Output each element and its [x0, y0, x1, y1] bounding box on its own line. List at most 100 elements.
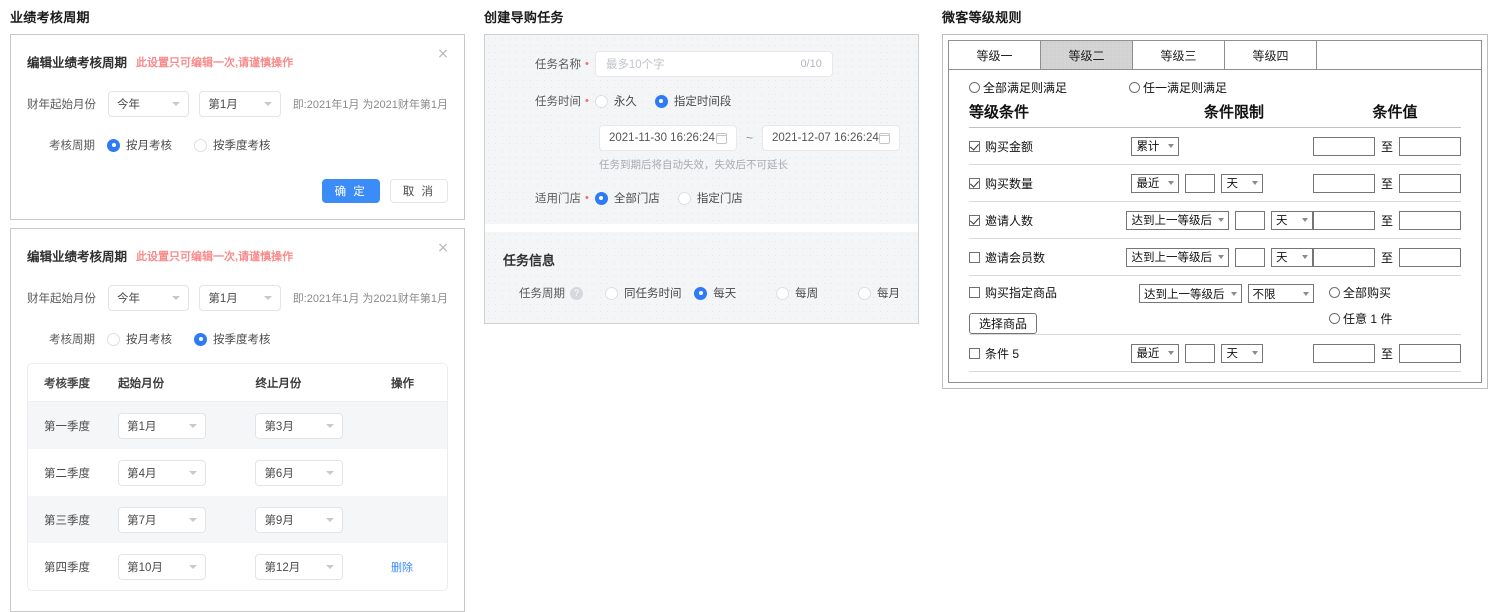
condition-name-cell[interactable]: 购买数量 [969, 175, 1131, 192]
chevron-down-icon [1168, 181, 1175, 185]
chevron-down-icon [326, 423, 335, 428]
help-icon[interactable]: ? [570, 286, 583, 300]
checkbox-icon[interactable] [969, 287, 980, 298]
radio-forever[interactable]: 永久 [594, 93, 637, 109]
days-unit-select[interactable]: 天 [1221, 343, 1264, 363]
range-from-input[interactable] [1312, 247, 1375, 267]
radio-quarter-cycle[interactable]: 按季度考核 [194, 331, 271, 347]
radio-period-daily[interactable]: 每天 [694, 285, 776, 301]
range-to-input[interactable] [1399, 173, 1461, 193]
range-from-input[interactable] [1312, 343, 1375, 363]
task-name-input[interactable]: 最多10个字 0/10 [594, 51, 833, 77]
days-value-input[interactable] [1185, 343, 1216, 363]
radio-forever-label: 永久 [613, 96, 637, 108]
radio-month-cycle[interactable]: 按月考核 [107, 331, 172, 347]
end-month-value: 第3月 [264, 420, 294, 433]
days-unit-select[interactable]: 天 [1221, 173, 1264, 193]
checkbox-icon[interactable] [969, 214, 980, 226]
start-month-select[interactable]: 第10月 [118, 553, 207, 580]
condition-name-cell[interactable]: 邀请人数 [969, 212, 1126, 229]
tab-level-1[interactable]: 等级一 [949, 41, 1041, 69]
range-to-input[interactable] [1399, 136, 1461, 156]
checkbox-icon[interactable] [969, 251, 980, 263]
radio-all-stores[interactable]: 全部门店 [594, 190, 660, 206]
end-month-select[interactable]: 第12月 [255, 553, 344, 580]
delete-link[interactable]: 删除 [391, 562, 413, 574]
fiscal-year-select[interactable]: 今年 [108, 91, 190, 117]
tab-level-2[interactable]: 等级二 [1041, 41, 1133, 69]
range-to-input[interactable] [1399, 343, 1461, 363]
radio-dot-icon [677, 191, 691, 205]
radio-match-all[interactable]: 全部满足则满足 [969, 79, 1129, 96]
end-month-select[interactable]: 第6月 [255, 459, 344, 486]
fiscal-year-select[interactable]: 今年 [108, 285, 190, 311]
task-name-counter: 0/10 [800, 58, 822, 70]
cancel-button[interactable]: 取 消 [389, 179, 448, 203]
column-title-level-rules: 微客等级规则 [942, 10, 1022, 25]
condition-scope-select[interactable]: 最近 [1131, 173, 1180, 193]
condition-name-cell[interactable]: 购买指定商品 [969, 284, 1139, 301]
range-separator: 至 [1380, 346, 1393, 361]
chevron-down-icon [263, 296, 272, 300]
end-month-select[interactable]: 第3月 [255, 412, 344, 439]
days-unit-select[interactable]: 天 [1270, 210, 1313, 230]
column-title-performance: 业绩考核周期 [10, 10, 90, 25]
chevron-down-icon [263, 102, 272, 106]
radio-quarter-cycle[interactable]: 按季度考核 [194, 137, 271, 153]
range-to-input[interactable] [1399, 210, 1461, 230]
condition-name-cell[interactable]: 邀请会员数 [969, 249, 1126, 266]
fiscal-year-value: 今年 [117, 293, 140, 305]
radio-buy-any[interactable]: 任意 1 件 [1329, 310, 1392, 327]
days-unit-select[interactable]: 天 [1270, 247, 1313, 267]
condition-name-cell[interactable]: 购买金额 [969, 138, 1131, 155]
tab-level-4[interactable]: 等级四 [1225, 41, 1317, 69]
radio-match-any[interactable]: 任一满足则满足 [1129, 79, 1227, 96]
days-value-input[interactable] [1185, 173, 1216, 193]
calendar-icon [715, 132, 728, 144]
condition-scope-value: 最近 [1136, 178, 1160, 190]
radio-time-range[interactable]: 指定时间段 [654, 93, 731, 109]
condition-row: 邀请会员数 达到上一等级后 天 至 [969, 239, 1461, 275]
checkbox-icon[interactable] [969, 177, 980, 189]
start-month-select[interactable]: 第7月 [118, 506, 207, 533]
radio-period-same-as-task[interactable]: 同任务时间 [605, 285, 694, 301]
condition-name-cell[interactable]: 条件 5 [969, 345, 1131, 362]
fiscal-month-select[interactable]: 第1月 [199, 91, 281, 117]
checkbox-icon[interactable] [969, 140, 980, 152]
range-to-input[interactable] [1399, 247, 1461, 267]
days-value-input[interactable] [1234, 210, 1265, 230]
select-product-button[interactable]: 选择商品 [969, 313, 1038, 334]
close-icon[interactable]: × [436, 47, 450, 61]
condition-scope-select[interactable]: 累计 [1131, 136, 1180, 156]
condition-scope-select[interactable]: 达到上一等级后 [1126, 210, 1229, 230]
condition-scope-select[interactable]: 达到上一等级后 [1126, 247, 1229, 267]
chevron-down-icon [189, 517, 198, 522]
th-action: 操作 [390, 377, 414, 390]
start-month-select[interactable]: 第1月 [118, 412, 207, 439]
confirm-button[interactable]: 确 定 [321, 179, 380, 203]
checkbox-icon[interactable] [969, 347, 980, 359]
radio-buy-all[interactable]: 全部购买 [1329, 284, 1391, 301]
table-row: 第一季度 第1月 第3月 [28, 402, 447, 449]
close-icon[interactable]: × [436, 241, 450, 255]
th-start-month: 起始月份 [118, 377, 165, 390]
radio-period-weekly[interactable]: 每周 [776, 285, 858, 301]
condition-scope-select[interactable]: 达到上一等级后 [1139, 284, 1242, 303]
end-month-select[interactable]: 第9月 [255, 506, 344, 533]
tab-level-3[interactable]: 等级三 [1133, 41, 1225, 69]
start-date-input[interactable]: 2021-11-30 16:26:24 [599, 125, 737, 151]
range-from-input[interactable] [1312, 210, 1375, 230]
range-from-input[interactable] [1312, 136, 1375, 156]
fiscal-month-select[interactable]: 第1月 [199, 285, 281, 311]
product-limit-select[interactable]: 不限 [1247, 284, 1314, 303]
range-from-input[interactable] [1312, 173, 1375, 193]
condition-scope-select[interactable]: 最近 [1131, 343, 1180, 363]
end-date-input[interactable]: 2021-12-07 16:26:24 [762, 125, 900, 151]
radio-period-monthly[interactable]: 每月 [858, 285, 900, 301]
start-month-select[interactable]: 第4月 [118, 459, 207, 486]
radio-dot-icon [694, 286, 708, 300]
radio-specific-stores[interactable]: 指定门店 [677, 190, 743, 206]
radio-dot-icon [654, 94, 668, 108]
days-value-input[interactable] [1234, 247, 1265, 267]
radio-month-cycle[interactable]: 按月考核 [107, 137, 172, 153]
